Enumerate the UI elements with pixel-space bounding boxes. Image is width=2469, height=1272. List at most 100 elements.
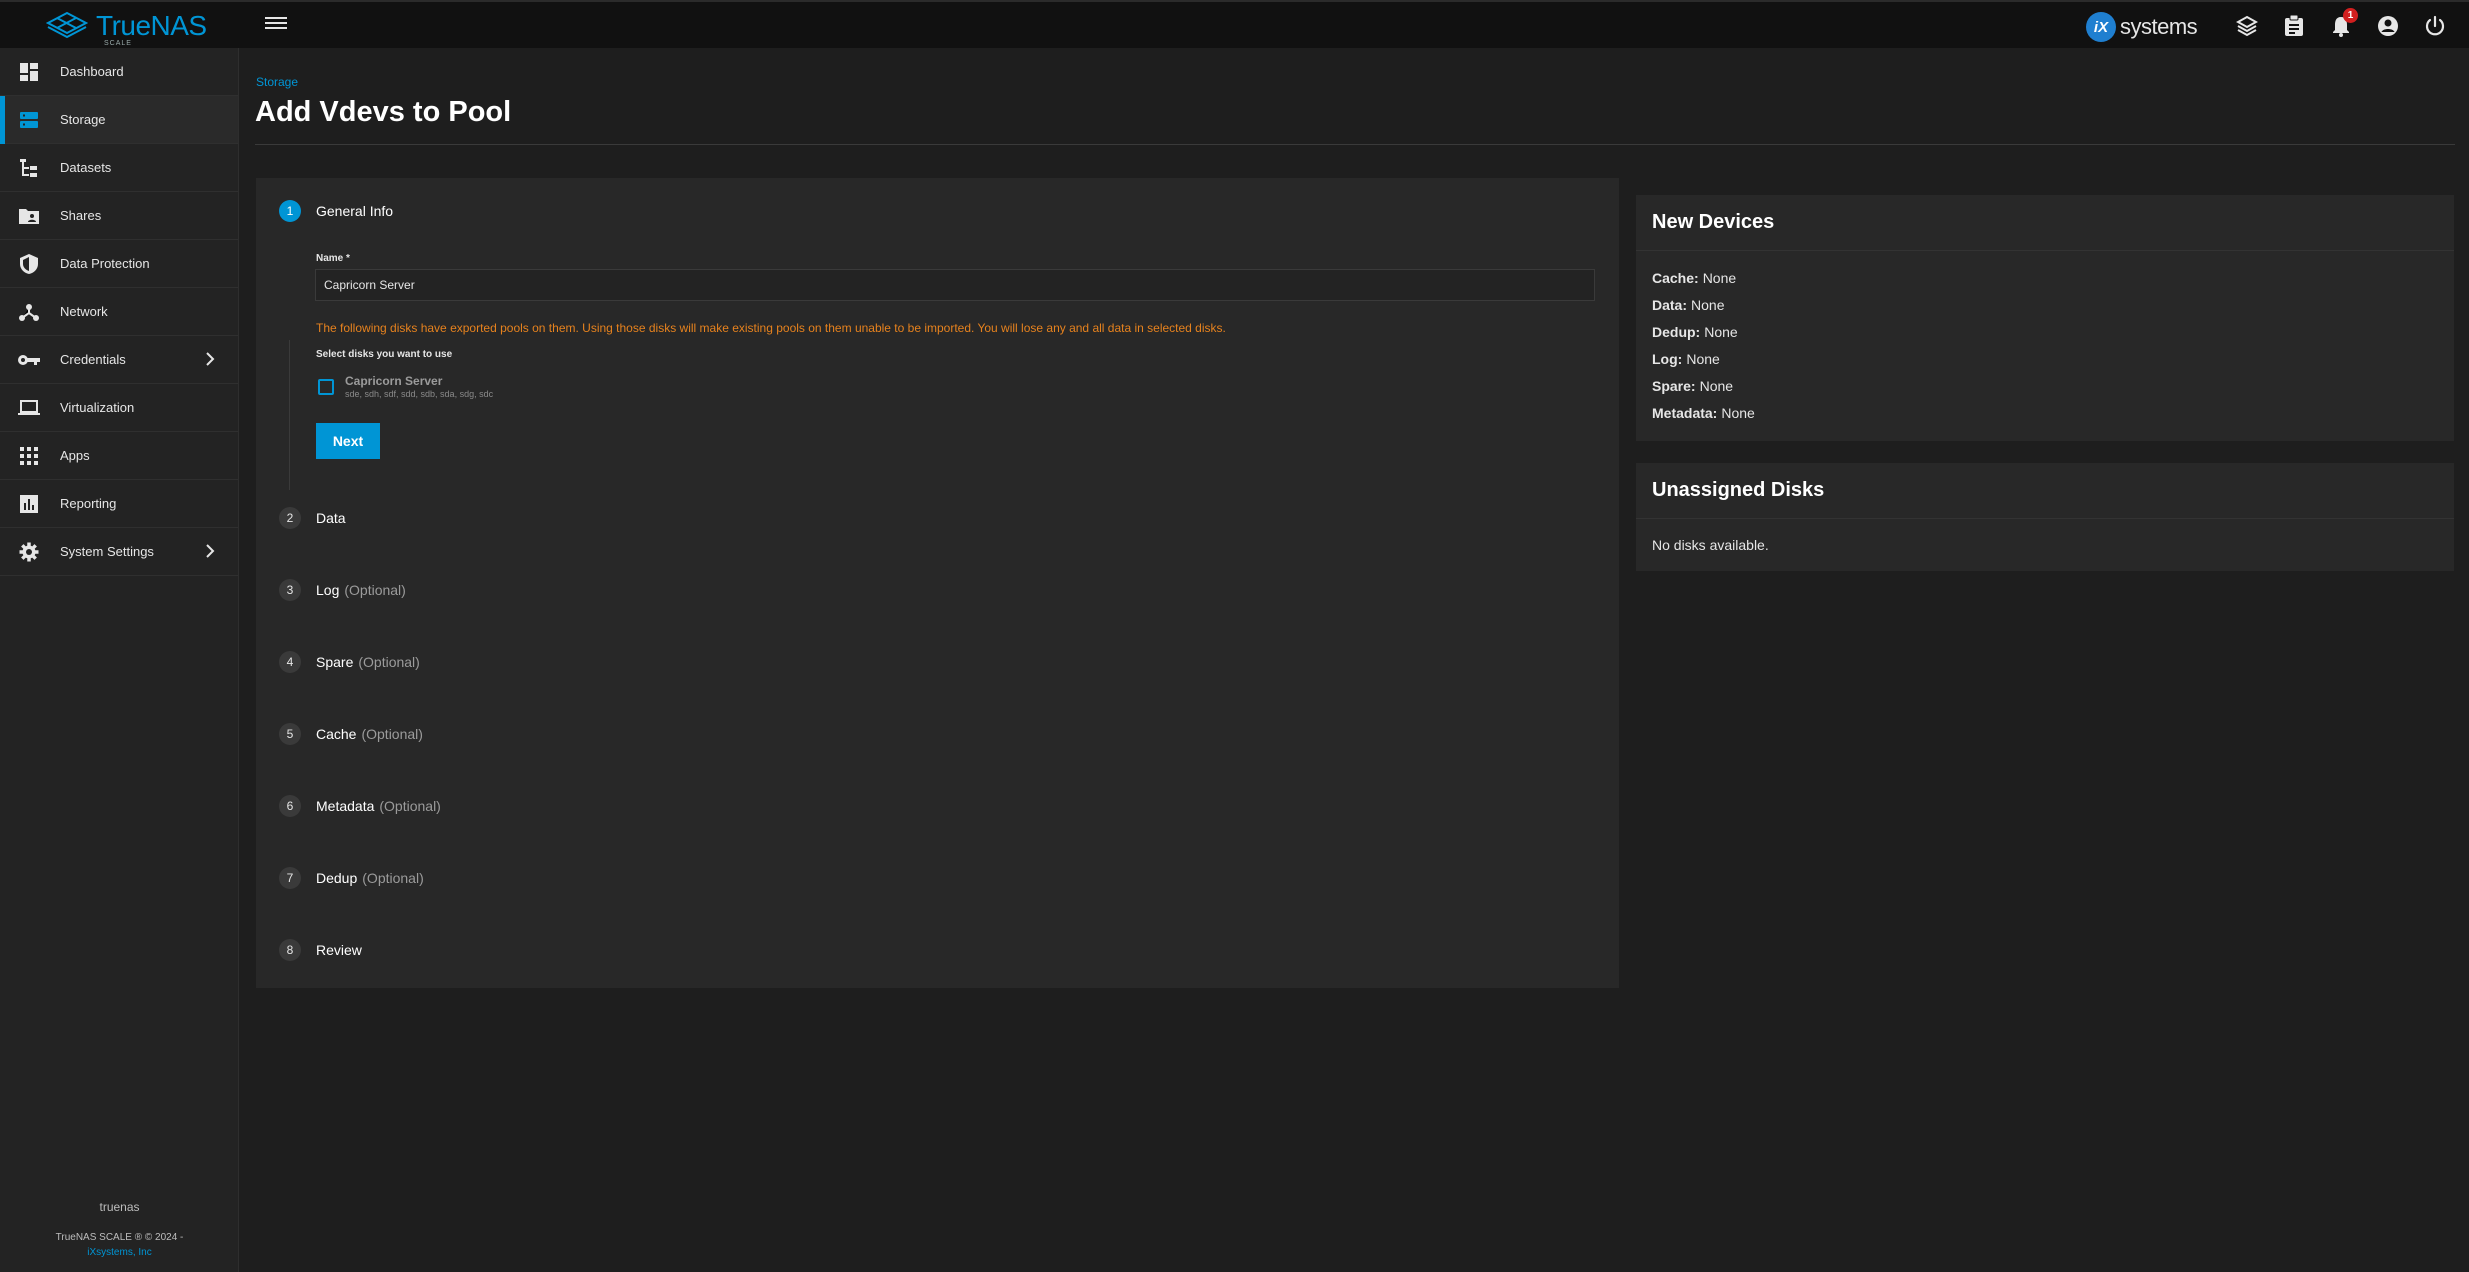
new-devices-list: Cache: None Data: None Dedup: None Log: None… [1636, 251, 2454, 441]
step-spare[interactable]: 4 Spare (Optional) [279, 651, 420, 673]
sidebar-item-credentials[interactable]: Credentials [0, 336, 238, 384]
storage-icon [18, 109, 40, 131]
name-input[interactable] [315, 269, 1595, 301]
step-number: 2 [279, 507, 301, 529]
device-key: Metadata: [1652, 405, 1718, 421]
page-title: Add Vdevs to Pool [255, 96, 512, 128]
step-number: 6 [279, 795, 301, 817]
company-link[interactable]: iXsystems, Inc [0, 1247, 239, 1258]
device-value: None [1691, 297, 1725, 313]
sidebar-item-label: Reporting [60, 496, 117, 511]
device-row-cache: Cache: None [1652, 265, 2438, 292]
sidebar-item-label: Credentials [60, 352, 126, 367]
laptop-icon [18, 397, 40, 419]
step-number: 4 [279, 651, 301, 673]
chevron-right-icon [206, 352, 215, 366]
step-optional: (Optional) [358, 654, 420, 670]
sidebar-item-dashboard[interactable]: Dashboard [0, 48, 238, 96]
exported-pool-name: Capricorn Server [345, 374, 443, 388]
step-optional: (Optional) [379, 798, 441, 814]
shares-icon [18, 205, 40, 227]
sidebar-item-shares[interactable]: Shares [0, 192, 238, 240]
notification-badge: 1 [2343, 8, 2358, 23]
sidebar-item-label: Shares [60, 208, 102, 223]
no-disks-message: No disks available. [1652, 537, 1769, 553]
sidebar-item-label: Apps [60, 448, 90, 463]
device-key: Dedup: [1652, 324, 1701, 340]
apps-grid-icon [18, 445, 40, 467]
step-optional: (Optional) [344, 582, 406, 598]
step-log[interactable]: 3 Log (Optional) [279, 579, 406, 601]
exported-pool-disks: sde, sdh, sdf, sdd, sdb, sda, sdg, sdc [345, 389, 494, 399]
sidebar-item-system-settings[interactable]: System Settings [0, 528, 238, 576]
truecommand-icon[interactable] [2235, 14, 2259, 38]
new-devices-title: New Devices [1636, 195, 2454, 251]
account-icon[interactable] [2376, 14, 2400, 38]
device-key: Cache: [1652, 270, 1699, 286]
key-icon [18, 349, 40, 371]
device-value: None [1686, 351, 1720, 367]
sidebar-item-apps[interactable]: Apps [0, 432, 238, 480]
chart-icon [18, 493, 40, 515]
power-icon[interactable] [2423, 14, 2447, 38]
device-key: Spare: [1652, 378, 1696, 394]
sidebar-item-label: Storage [60, 112, 106, 127]
truenas-logo-icon [46, 11, 88, 39]
exported-pools-warning: The following disks have exported pools … [316, 321, 1226, 335]
next-button[interactable]: Next [316, 423, 380, 459]
sidebar-item-virtualization[interactable]: Virtualization [0, 384, 238, 432]
sidebar-item-label: Dashboard [60, 64, 124, 79]
sidebar-item-label: Virtualization [60, 400, 135, 415]
pool-checkbox[interactable] [318, 379, 334, 395]
sidebar-item-data-protection[interactable]: Data Protection [0, 240, 238, 288]
step-data[interactable]: 2 Data [279, 507, 346, 529]
unassigned-disks-title: Unassigned Disks [1636, 463, 2454, 519]
step-connector [289, 340, 290, 490]
name-label: Name * [316, 253, 350, 264]
device-key: Data: [1652, 297, 1688, 313]
select-disks-label: Select disks you want to use [316, 349, 453, 360]
copyright: TrueNAS SCALE ® © 2024 - [55, 1232, 184, 1243]
sidebar-item-network[interactable]: Network [0, 288, 238, 336]
step-optional: (Optional) [362, 870, 424, 886]
dashboard-icon [18, 61, 40, 83]
step-label: Metadata [316, 798, 375, 814]
device-row-log: Log: None [1652, 346, 2438, 373]
device-row-dedup: Dedup: None [1652, 319, 2438, 346]
step-label: Review [316, 942, 362, 958]
step-optional: (Optional) [361, 726, 423, 742]
network-icon [18, 301, 40, 323]
step-dedup[interactable]: 7 Dedup (Optional) [279, 867, 424, 889]
step-cache[interactable]: 5 Cache (Optional) [279, 723, 423, 745]
shield-icon [18, 253, 40, 275]
menu-icon[interactable] [265, 14, 287, 34]
jobs-icon[interactable] [2282, 14, 2306, 38]
wizard-stepper: 1 General Info Name * The following disk… [256, 178, 1619, 988]
step-general-info[interactable]: 1 General Info [279, 200, 393, 222]
hostname: truenas [99, 1200, 140, 1214]
datasets-icon [18, 157, 40, 179]
step-label: Log [316, 582, 340, 598]
top-bar: TrueNAS SCALE iX systems 1 [0, 0, 2469, 48]
sidebar-item-reporting[interactable]: Reporting [0, 480, 238, 528]
device-row-metadata: Metadata: None [1652, 400, 2438, 427]
device-value: None [1721, 405, 1755, 421]
sidebar-footer: truenas TrueNAS SCALE ® © 2024 - iXsyste… [0, 1200, 239, 1272]
step-label: Spare [316, 654, 354, 670]
unassigned-disks-panel: Unassigned Disks No disks available. [1636, 463, 2454, 571]
logo-text: TrueNAS [96, 10, 207, 41]
ixsystems-logo[interactable]: iX systems [2086, 12, 2198, 42]
step-metadata[interactable]: 6 Metadata (Optional) [279, 795, 441, 817]
title-divider [255, 144, 2455, 145]
truenas-logo[interactable]: TrueNAS SCALE [46, 8, 207, 47]
step-review[interactable]: 8 Review [279, 939, 362, 961]
device-row-spare: Spare: None [1652, 373, 2438, 400]
bell-icon[interactable]: 1 [2329, 8, 2358, 38]
sidebar-item-storage[interactable]: Storage [0, 96, 238, 144]
step-number: 3 [279, 579, 301, 601]
sidebar-item-datasets[interactable]: Datasets [0, 144, 238, 192]
breadcrumb[interactable]: Storage [256, 75, 298, 89]
device-value: None [1699, 378, 1734, 394]
sidebar-item-label: Network [60, 304, 108, 319]
device-value: None [1702, 270, 1737, 286]
